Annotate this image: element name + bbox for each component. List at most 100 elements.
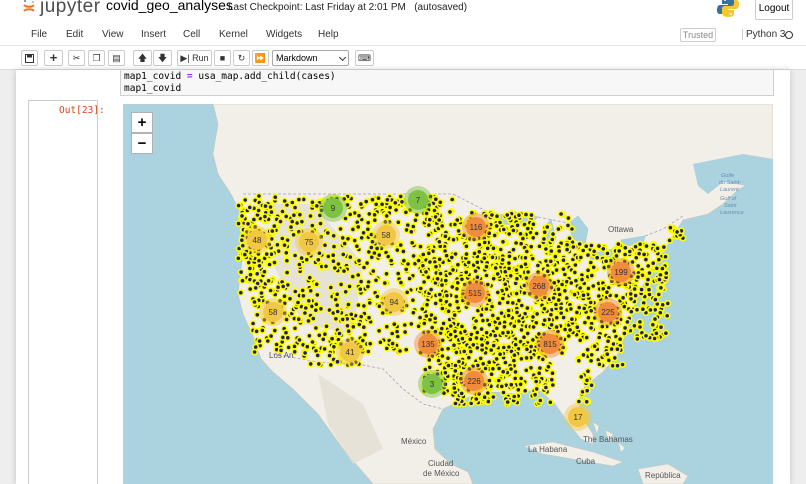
case-marker[interactable] [647,306,654,314]
case-marker[interactable] [298,218,306,226]
case-marker[interactable] [649,321,657,329]
case-marker[interactable] [453,298,461,305]
case-marker[interactable] [560,256,567,264]
case-marker[interactable] [375,327,383,335]
case-marker[interactable] [563,294,571,302]
case-marker[interactable] [295,315,303,323]
case-marker[interactable] [437,296,444,304]
case-marker[interactable] [478,341,486,349]
case-marker[interactable] [588,272,596,279]
case-marker[interactable] [444,345,452,353]
case-marker[interactable] [541,228,549,236]
case-marker[interactable] [455,227,462,235]
case-marker[interactable] [506,252,513,260]
case-marker[interactable] [346,282,353,290]
case-marker[interactable] [371,216,379,224]
case-marker[interactable] [307,212,314,220]
case-marker[interactable] [489,253,496,261]
command-palette-button[interactable]: ⌨ [355,50,374,66]
case-marker[interactable] [313,202,321,210]
interrupt-button[interactable]: ■ [214,50,231,66]
case-marker[interactable] [535,369,543,377]
case-marker[interactable] [330,243,338,250]
case-marker[interactable] [578,276,586,283]
case-marker[interactable] [612,292,620,300]
case-marker[interactable] [636,323,644,331]
case-marker[interactable] [546,398,554,406]
case-marker[interactable] [284,334,292,342]
case-marker[interactable] [451,367,459,375]
case-marker[interactable] [549,381,557,389]
menu-view[interactable]: View [102,29,124,40]
case-marker[interactable] [499,295,507,302]
case-marker[interactable] [333,301,341,309]
case-marker[interactable] [548,236,556,243]
case-marker[interactable] [362,198,370,205]
case-marker[interactable] [564,214,572,222]
case-marker[interactable] [510,246,517,254]
trusted-badge[interactable]: Trusted [680,28,716,42]
case-marker[interactable] [436,255,444,263]
case-marker[interactable] [595,292,603,300]
case-marker[interactable] [255,257,263,265]
case-marker[interactable] [295,196,303,203]
case-marker[interactable] [488,211,496,219]
case-marker[interactable] [634,273,642,281]
case-marker[interactable] [517,374,525,382]
case-marker[interactable] [490,342,498,349]
case-marker[interactable] [657,284,665,292]
case-marker[interactable] [530,323,537,331]
case-marker[interactable] [511,255,519,262]
case-marker[interactable] [504,328,512,336]
case-marker[interactable] [595,360,603,368]
case-marker[interactable] [342,288,350,296]
case-marker[interactable] [387,257,395,264]
case-marker[interactable] [288,199,296,206]
case-marker[interactable] [417,243,424,250]
case-marker[interactable] [298,254,305,262]
case-marker[interactable] [663,312,671,320]
case-marker[interactable] [366,299,374,307]
case-marker[interactable] [616,335,624,343]
case-marker[interactable] [451,311,459,319]
case-marker[interactable] [584,367,592,375]
case-marker[interactable] [279,282,287,290]
case-marker[interactable] [583,398,591,406]
case-marker[interactable] [496,350,504,358]
case-marker[interactable] [321,345,328,353]
case-marker[interactable] [442,277,450,284]
case-marker[interactable] [241,251,249,258]
case-marker[interactable] [448,196,456,203]
case-marker[interactable] [402,265,410,273]
case-marker[interactable] [483,272,490,279]
case-marker[interactable] [522,211,530,218]
case-marker[interactable] [627,290,635,298]
case-marker[interactable] [563,246,571,253]
case-marker[interactable] [463,250,470,258]
case-marker[interactable] [505,307,512,314]
case-marker[interactable] [402,208,410,216]
case-marker[interactable] [484,244,492,252]
case-marker[interactable] [478,335,485,343]
case-marker[interactable] [483,339,491,347]
case-marker[interactable] [533,230,540,237]
case-marker[interactable] [425,356,433,364]
case-marker[interactable] [522,254,529,262]
case-marker[interactable] [603,288,611,296]
case-marker[interactable] [547,257,555,265]
case-marker[interactable] [434,275,441,283]
case-marker[interactable] [365,314,373,322]
case-marker[interactable] [643,242,650,250]
copy-button[interactable]: ❐ [88,50,105,66]
case-marker[interactable] [312,324,320,332]
case-marker[interactable] [654,244,661,252]
case-marker[interactable] [250,216,258,223]
case-marker[interactable] [483,263,490,271]
case-marker[interactable] [497,246,505,253]
case-marker[interactable] [388,330,396,337]
case-marker[interactable] [355,257,363,265]
case-marker[interactable] [383,344,391,352]
case-marker[interactable] [636,240,644,248]
case-marker[interactable] [638,286,645,293]
case-marker[interactable] [505,259,513,267]
